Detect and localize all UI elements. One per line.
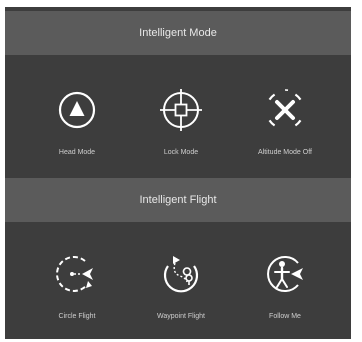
waypoint-flight-label: Waypoint Flight — [157, 313, 205, 320]
drone-mode-panel: Intelligent Mode Head Mode Lock Mode Alt… — [5, 7, 351, 339]
lock-mode-icon — [156, 85, 206, 135]
circle-flight-button[interactable]: Circle Flight — [27, 249, 127, 339]
altitude-mode-off-label: Altitude Mode Off — [258, 149, 312, 156]
follow-me-label: Follow Me — [269, 313, 301, 320]
lock-mode-label: Lock Mode — [163, 149, 199, 156]
intelligent-mode-header: Intelligent Mode — [5, 11, 351, 55]
intelligent-mode-title: Intelligent Mode — [139, 27, 217, 39]
circle-flight-label: Circle Flight — [58, 313, 96, 320]
intelligent-flight-header: Intelligent Flight — [5, 178, 351, 222]
altitude-mode-off-button[interactable]: Altitude Mode Off — [235, 85, 335, 175]
follow-me-button[interactable]: Follow Me — [235, 249, 335, 339]
head-mode-label: Head Mode — [58, 149, 96, 156]
follow-me-icon — [260, 249, 310, 299]
lock-mode-button[interactable]: Lock Mode — [131, 85, 231, 175]
intelligent-flight-title: Intelligent Flight — [139, 194, 217, 206]
head-mode-icon — [52, 85, 102, 135]
altitude-mode-off-icon — [260, 85, 310, 135]
head-mode-button[interactable]: Head Mode — [27, 85, 127, 175]
circle-flight-icon — [52, 249, 102, 299]
waypoint-flight-icon — [156, 249, 206, 299]
waypoint-flight-button[interactable]: Waypoint Flight — [131, 249, 231, 339]
